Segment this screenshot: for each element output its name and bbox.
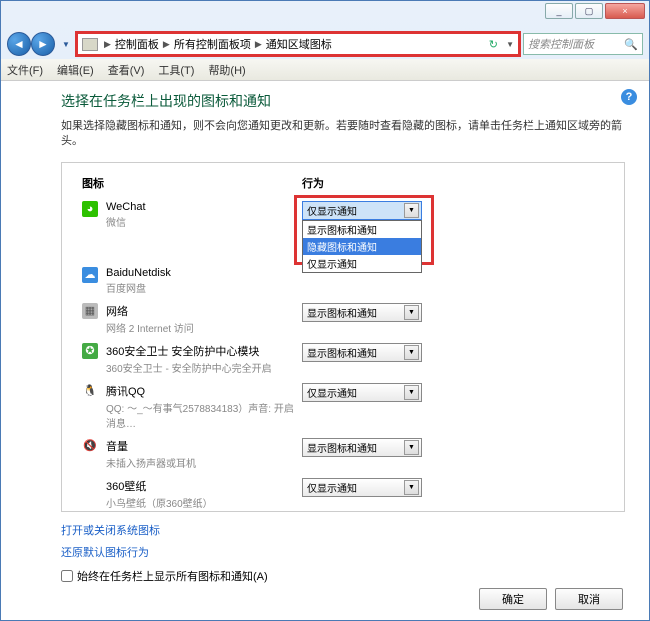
volume-icon: 🔇 xyxy=(82,438,98,454)
page-title: 选择在任务栏上出现的图标和通知 xyxy=(61,91,625,111)
checkbox-label: 始终在任务栏上显示所有图标和通知(A) xyxy=(77,568,268,584)
menu-file[interactable]: 文件(F) xyxy=(7,62,43,78)
chevron-down-icon: ▼ xyxy=(404,203,419,218)
item-subtitle: 网络 2 Internet 访问 xyxy=(106,320,194,335)
menu-bar: 文件(F) 编辑(E) 查看(V) 工具(T) 帮助(H) xyxy=(1,59,649,81)
nav-history-dropdown[interactable]: ▼ xyxy=(59,34,73,54)
crumb-notification-icons[interactable]: 通知区域图标 xyxy=(264,36,334,52)
behavior-combo[interactable]: 仅显示通知 ▼ xyxy=(302,201,422,220)
nav-bar: ◄ ► ▼ ▶ 控制面板 ▶ 所有控制面板项 ▶ 通知区域图标 ↻ ▼ 搜索控制… xyxy=(1,29,649,59)
chevron-down-icon: ▼ xyxy=(404,385,419,400)
always-show-checkbox[interactable] xyxy=(61,570,73,582)
menu-tools[interactable]: 工具(T) xyxy=(158,62,194,78)
item-name: 音量 xyxy=(106,438,196,454)
behavior-combo[interactable]: 仅显示通知▼ xyxy=(302,383,422,402)
toggle-system-icons-link[interactable]: 打开或关闭系统图标 xyxy=(61,522,625,538)
item-subtitle: 360安全卫士 - 安全防护中心完全开启 xyxy=(106,360,272,375)
address-dropdown-icon[interactable]: ▼ xyxy=(506,40,514,49)
list-item: 360壁纸小鸟壁纸（原360壁纸） 仅显示通知▼ xyxy=(62,474,624,512)
chevron-down-icon: ▼ xyxy=(404,305,419,320)
page-description: 如果选择隐藏图标和通知，则不会向您通知更改和更新。若要随时查看隐藏的图标，请单击… xyxy=(61,119,625,150)
menu-view[interactable]: 查看(V) xyxy=(108,62,145,78)
behavior-combo[interactable]: 显示图标和通知▼ xyxy=(302,438,422,457)
chevron-right-icon: ▶ xyxy=(102,39,113,50)
item-subtitle: QQ: ～_～有事气2578834183）声音: 开启 消息… xyxy=(106,400,302,430)
wallpaper-icon xyxy=(82,478,98,494)
dropdown-option[interactable]: 显示图标和通知 xyxy=(303,221,421,238)
item-subtitle: 微信 xyxy=(106,214,146,229)
list-header: 图标 行为 xyxy=(62,171,624,197)
behavior-combo[interactable]: 显示图标和通知▼ xyxy=(302,303,422,322)
behavior-combo[interactable]: 显示图标和通知▼ xyxy=(302,343,422,362)
restore-defaults-link[interactable]: 还原默认图标行为 xyxy=(61,544,625,560)
search-input[interactable]: 搜索控制面板 🔍 xyxy=(523,33,643,55)
item-name: 网络 xyxy=(106,303,194,319)
list-item: ▦ 网络网络 2 Internet 访问 显示图标和通知▼ xyxy=(62,299,624,339)
list-item: ◕ WeChat 微信 仅显示通知 ▼ 显示图标和通知 隐藏图标和通知 仅显示通… xyxy=(62,197,624,233)
list-item: 🐧 腾讯QQQQ: ～_～有事气2578834183）声音: 开启 消息… 仅显示… xyxy=(62,379,624,434)
breadcrumb[interactable]: ▶ 控制面板 ▶ 所有控制面板项 ▶ 通知区域图标 ↻ ▼ xyxy=(77,33,519,55)
chevron-down-icon: ▼ xyxy=(404,480,419,495)
search-icon: 🔍 xyxy=(624,38,638,51)
chevron-right-icon: ▶ xyxy=(253,39,264,50)
list-item: ✪ 360安全卫士 安全防护中心模块360安全卫士 - 安全防护中心完全开启 显示… xyxy=(62,339,624,379)
back-button[interactable]: ◄ xyxy=(7,32,31,56)
content-area: ? 选择在任务栏上出现的图标和通知 如果选择隐藏图标和通知，则不会向您通知更改和… xyxy=(1,81,649,620)
dropdown-option[interactable]: 仅显示通知 xyxy=(303,255,421,272)
cancel-button[interactable]: 取消 xyxy=(555,588,623,610)
item-name: 腾讯QQ xyxy=(106,383,302,399)
search-placeholder: 搜索控制面板 xyxy=(528,36,594,52)
item-name: 360壁纸 xyxy=(106,478,213,494)
help-icon[interactable]: ? xyxy=(621,89,637,105)
close-button[interactable]: × xyxy=(605,3,645,19)
ok-button[interactable]: 确定 xyxy=(479,588,547,610)
forward-button[interactable]: ► xyxy=(31,32,55,56)
combo-value: 仅显示通知 xyxy=(307,480,404,495)
wechat-icon: ◕ xyxy=(82,201,98,217)
behavior-combo[interactable]: 仅显示通知▼ xyxy=(302,478,422,497)
minimize-button[interactable]: _ xyxy=(545,3,573,19)
combo-value: 仅显示通知 xyxy=(307,385,404,400)
title-bar: _ ▢ × xyxy=(1,1,649,29)
behavior-dropdown: 显示图标和通知 隐藏图标和通知 仅显示通知 xyxy=(302,220,422,273)
menu-help[interactable]: 帮助(H) xyxy=(208,62,245,78)
360-icon: ✪ xyxy=(82,343,98,359)
combo-value: 显示图标和通知 xyxy=(307,345,404,360)
chevron-right-icon: ▶ xyxy=(161,39,172,50)
combo-value: 仅显示通知 xyxy=(307,203,404,218)
item-subtitle: 小鸟壁纸（原360壁纸） xyxy=(106,495,213,510)
combo-value: 显示图标和通知 xyxy=(307,440,404,455)
header-icon: 图标 xyxy=(82,175,302,191)
icons-list-panel[interactable]: 图标 行为 ◕ WeChat 微信 仅显示通知 ▼ xyxy=(61,162,625,512)
maximize-button[interactable]: ▢ xyxy=(575,3,603,19)
item-name: 360安全卫士 安全防护中心模块 xyxy=(106,343,272,359)
crumb-control-panel[interactable]: 控制面板 xyxy=(113,36,161,52)
chevron-down-icon: ▼ xyxy=(404,345,419,360)
baidu-icon: ☁ xyxy=(82,267,98,283)
refresh-icon[interactable]: ↻ xyxy=(489,38,498,51)
menu-edit[interactable]: 编辑(E) xyxy=(57,62,94,78)
list-item: 🔇 音量未插入扬声器或耳机 显示图标和通知▼ xyxy=(62,434,624,474)
crumb-all-items[interactable]: 所有控制面板项 xyxy=(172,36,253,52)
dropdown-option[interactable]: 隐藏图标和通知 xyxy=(303,238,421,255)
item-subtitle: 百度网盘 xyxy=(106,280,171,295)
header-behavior: 行为 xyxy=(302,175,604,191)
network-icon: ▦ xyxy=(82,303,98,319)
item-name: WeChat xyxy=(106,201,146,213)
item-subtitle: 未插入扬声器或耳机 xyxy=(106,455,196,470)
chevron-down-icon: ▼ xyxy=(404,440,419,455)
combo-value: 显示图标和通知 xyxy=(307,305,404,320)
computer-icon xyxy=(82,38,98,51)
qq-icon: 🐧 xyxy=(82,383,98,399)
item-name: BaiduNetdisk xyxy=(106,267,171,279)
